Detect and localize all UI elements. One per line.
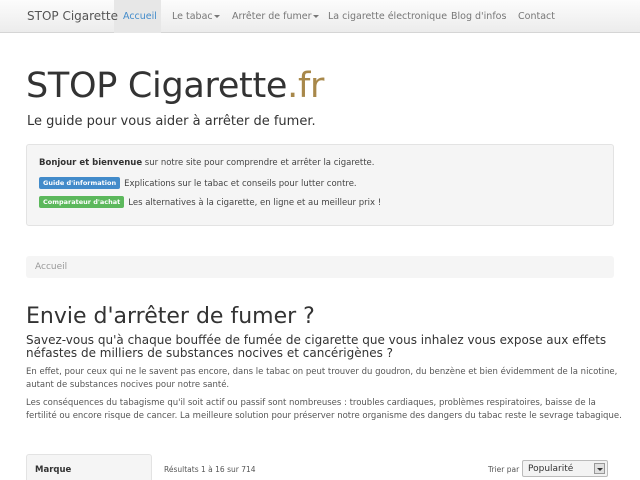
nav-item-label: Le tabac [172, 11, 213, 22]
guide-badge[interactable]: Guide d'information [39, 177, 121, 189]
nav-item-contact[interactable]: Contact [518, 11, 555, 22]
welcome-text: sur notre site pour comprendre et arrête… [142, 158, 375, 168]
nav-item-blog[interactable]: Blog d'infos [451, 11, 506, 22]
site-title-main: STOP Cigarette [26, 66, 288, 106]
paragraph-1: En effet, pour ceux qui ne le savent pas… [26, 367, 618, 390]
breadcrumb-item-accueil: Accueil [35, 262, 68, 272]
chevron-down-icon[interactable] [594, 463, 605, 474]
comparator-line: Comparateur d'achat Les alternatives à la… [39, 196, 381, 208]
chevron-down-icon [312, 15, 319, 18]
top-navbar: STOP Cigarette Accueil Le tabac Arrêter … [0, 0, 640, 33]
results-count: Résultats 1 à 16 sur 714 [164, 465, 256, 474]
brand-filter-heading: Marque [35, 465, 72, 475]
welcome-line: Bonjour et bienvenue sur notre site pour… [39, 158, 375, 168]
site-title: STOP Cigarette.fr [26, 66, 324, 106]
brand-filter-panel: Marque [26, 454, 152, 480]
nav-item-arreter-de-fumer[interactable]: Arrêter de fumer [232, 11, 319, 22]
brand-link[interactable]: STOP Cigarette [27, 9, 118, 23]
nav-item-le-tabac[interactable]: Le tabac [172, 11, 220, 22]
lead-paragraph: Savez-vous qu'à chaque bouffée de fumée … [26, 333, 607, 360]
site-title-suffix: .fr [287, 66, 325, 106]
welcome-info-box: Bonjour et bienvenue sur notre site pour… [26, 144, 614, 226]
welcome-bold: Bonjour et bienvenue [39, 158, 143, 168]
comparator-badge[interactable]: Comparateur d'achat [39, 196, 125, 208]
chevron-down-icon [213, 15, 220, 18]
nav-item-cigarette-electronique[interactable]: La cigarette électronique [328, 11, 447, 22]
sort-select[interactable]: Popularité [522, 460, 608, 477]
sort-select-value: Popularité [528, 464, 574, 474]
guide-line: Guide d'information Explications sur le t… [39, 177, 357, 189]
paragraph-2: Les conséquences du tabagisme qu'il soit… [26, 398, 622, 421]
site-tagline: Le guide pour vous aider à arrêter de fu… [27, 114, 316, 129]
breadcrumb: Accueil [26, 256, 614, 278]
page-heading: Envie d'arrêter de fumer ? [26, 304, 315, 329]
nav-item-label: Arrêter de fumer [232, 11, 312, 22]
nav-item-accueil[interactable]: Accueil [123, 11, 157, 22]
guide-text: Explications sur le tabac et conseils po… [124, 179, 357, 189]
sort-label: Trier par : [488, 465, 525, 474]
comparator-text: Les alternatives à la cigarette, en lign… [128, 198, 382, 208]
